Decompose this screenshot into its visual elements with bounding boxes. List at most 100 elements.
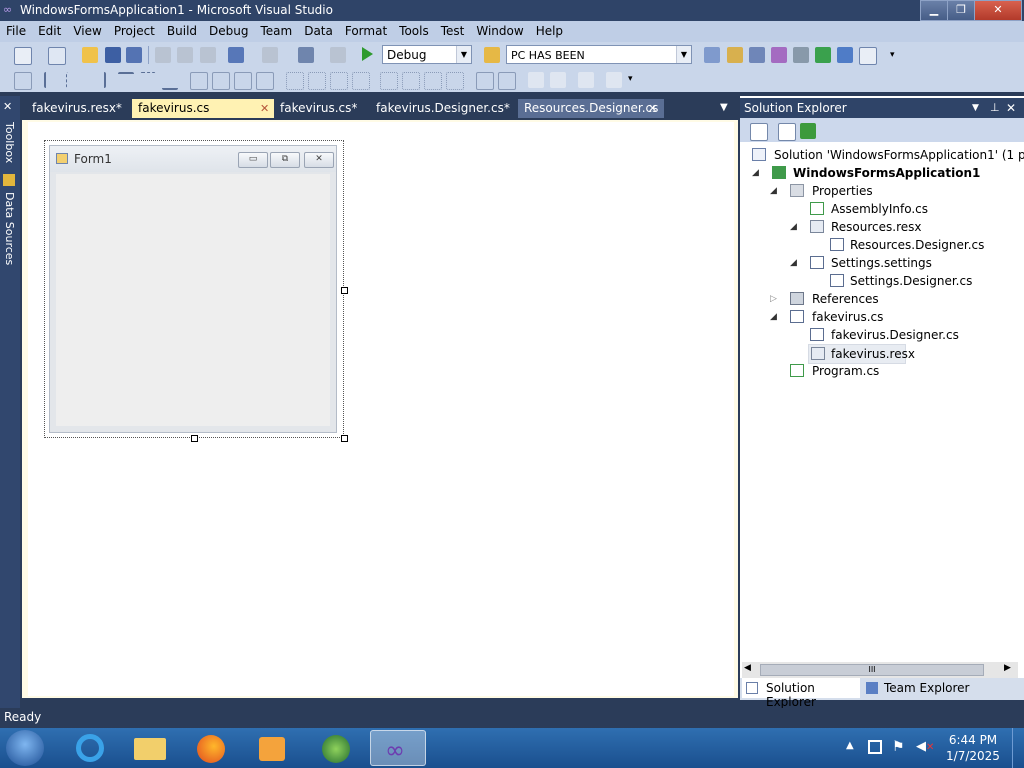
find-combo-input[interactable]: PC HAS BEEN INFECTED!!!!!!!1!!1 ▼ (506, 45, 692, 81)
close-tab-icon[interactable]: ✕ (648, 99, 657, 118)
tree-settings-designer[interactable]: Settings.Designer.cs (830, 272, 1020, 290)
data-sources-tab[interactable]: Data Sources (3, 192, 16, 265)
tab-fakevirus-resx[interactable]: fakevirus.resx* (26, 99, 130, 118)
collapsed-arrow-icon[interactable]: ▷ (770, 290, 777, 308)
action-center-flag-icon[interactable]: ⚑ (892, 739, 905, 755)
solution-configuration-select[interactable]: Debug ▼ (382, 45, 472, 64)
toolbar-options-icon[interactable]: ▾ (890, 50, 895, 60)
scroll-right-icon[interactable]: ▶ (1004, 663, 1011, 673)
menu-tools[interactable]: Tools (393, 21, 435, 38)
horizontal-scrollbar[interactable]: ◀ III ▶ (742, 662, 1018, 678)
close-button[interactable]: ✕ (974, 0, 1022, 21)
tree-fakevirus-resx[interactable]: fakevirus.resx (808, 344, 915, 364)
properties-icon[interactable] (750, 123, 768, 141)
tree-fakevirus-cs[interactable]: ◢ fakevirus.cs (770, 308, 1010, 326)
align-to-grid-icon[interactable] (14, 72, 32, 90)
toolbox-icon[interactable] (771, 47, 787, 63)
align-tops-icon[interactable] (118, 72, 134, 90)
media-center-icon[interactable] (308, 730, 364, 766)
expanded-arrow-icon[interactable]: ◢ (770, 308, 777, 326)
tab-fakevirus-design[interactable]: fakevirus.cs [Design]* ✕ (132, 99, 274, 134)
new-project-icon[interactable] (14, 47, 32, 65)
form1-title-bar[interactable]: Form1 ▭ ⧉ ✕ (50, 146, 336, 172)
align-middles-icon[interactable] (140, 72, 156, 89)
tab-resources-designer-cs[interactable]: Resources.Designer.cs ✕ (518, 99, 664, 118)
save-all-icon[interactable] (126, 47, 142, 63)
show-hidden-icons[interactable]: ▲ (846, 740, 854, 751)
file-explorer-icon[interactable] (122, 730, 178, 766)
open-file-icon[interactable] (82, 47, 98, 63)
navigate-forward-icon[interactable] (330, 47, 346, 63)
extension-manager-icon[interactable] (837, 47, 853, 63)
tree-fakevirus-designer[interactable]: fakevirus.Designer.cs (810, 326, 1010, 344)
tree-resources-resx[interactable]: ◢ Resources.resx (790, 218, 1010, 236)
paste-icon[interactable] (200, 47, 216, 63)
send-to-back-icon[interactable] (550, 72, 566, 88)
clock[interactable]: 6:44 PM 1/7/2025 (940, 732, 1006, 764)
navigate-backward-icon[interactable] (298, 47, 314, 63)
show-all-files-icon[interactable] (778, 123, 796, 141)
menu-data[interactable]: Data (298, 21, 339, 38)
properties-icon[interactable] (727, 47, 743, 63)
vertical-spacing-icon[interactable] (380, 72, 398, 90)
tab-order-icon[interactable] (578, 72, 594, 88)
align-centers-icon[interactable] (66, 72, 83, 88)
internet-explorer-icon[interactable] (62, 730, 118, 766)
network-icon[interactable] (868, 740, 882, 754)
pin-icon[interactable]: ⊥ (990, 98, 1000, 118)
remove-horizontal-spacing-icon[interactable] (352, 72, 370, 90)
menu-file[interactable]: File (0, 21, 32, 38)
center-vertically-icon[interactable] (498, 72, 516, 90)
horizontal-spacing-icon[interactable] (286, 72, 304, 90)
decrease-horizontal-spacing-icon[interactable] (330, 72, 348, 90)
expanded-arrow-icon[interactable]: ◢ (790, 254, 797, 272)
media-player-icon[interactable] (244, 730, 300, 766)
menu-help[interactable]: Help (530, 21, 569, 38)
make-same-width-icon[interactable] (190, 72, 208, 90)
add-item-icon[interactable] (48, 47, 66, 65)
make-same-size-icon[interactable] (256, 72, 274, 90)
start-debugging-icon[interactable] (362, 47, 373, 61)
toolbox-tab[interactable]: Toolbox (3, 122, 16, 163)
tab-solution-explorer[interactable]: Solution Explorer (742, 678, 860, 709)
expanded-arrow-icon[interactable]: ◢ (790, 218, 797, 236)
decrease-vertical-spacing-icon[interactable] (424, 72, 442, 90)
copy-icon[interactable] (177, 47, 193, 63)
cut-icon[interactable] (155, 47, 171, 63)
menu-team[interactable]: Team (254, 21, 298, 38)
volume-muted-icon[interactable]: ◀✕ (916, 739, 934, 754)
menu-debug[interactable]: Debug (203, 21, 254, 38)
menu-view[interactable]: View (67, 21, 107, 38)
menu-edit[interactable]: Edit (32, 21, 67, 38)
tree-properties[interactable]: ◢ Properties (770, 182, 1010, 200)
expanded-arrow-icon[interactable]: ◢ (770, 182, 777, 200)
solution-explorer-icon[interactable] (704, 47, 720, 63)
form1-client-area[interactable] (56, 174, 330, 426)
close-icon[interactable]: ✕ (1006, 98, 1016, 118)
form-maximize-button[interactable]: ⧉ (270, 152, 300, 168)
menu-test[interactable]: Test (435, 21, 471, 38)
undo-icon[interactable] (228, 47, 244, 63)
size-to-grid-icon[interactable] (212, 72, 230, 90)
toolbar-options-icon[interactable]: ▾ (628, 74, 633, 84)
form1-window[interactable]: Form1 ▭ ⧉ ✕ (49, 145, 337, 433)
increase-vertical-spacing-icon[interactable] (402, 72, 420, 90)
form1-designer[interactable]: Form1 ▭ ⧉ ✕ (44, 140, 348, 442)
active-files-dropdown-icon[interactable]: ▼ (720, 102, 728, 113)
center-horizontally-icon[interactable] (476, 72, 494, 90)
find-in-files-icon[interactable] (484, 47, 500, 63)
tree-program-cs[interactable]: Program.cs (790, 362, 1010, 380)
menu-build[interactable]: Build (161, 21, 203, 38)
save-icon[interactable] (105, 47, 121, 63)
resize-handle-bottom[interactable] (191, 435, 198, 442)
redo-icon[interactable] (262, 47, 278, 63)
tools-icon[interactable] (793, 47, 809, 63)
tree-resources-designer[interactable]: Resources.Designer.cs (830, 236, 1020, 254)
tab-team-explorer[interactable]: Team Explorer (864, 678, 994, 698)
tree-assemblyinfo[interactable]: AssemblyInfo.cs (810, 200, 1010, 218)
align-rights-icon[interactable] (88, 72, 106, 88)
minimize-button[interactable]: ▁ (920, 0, 948, 21)
make-same-height-icon[interactable] (234, 72, 252, 90)
tab-fakevirus-cs[interactable]: fakevirus.cs* (274, 99, 364, 118)
increase-horizontal-spacing-icon[interactable] (308, 72, 326, 90)
